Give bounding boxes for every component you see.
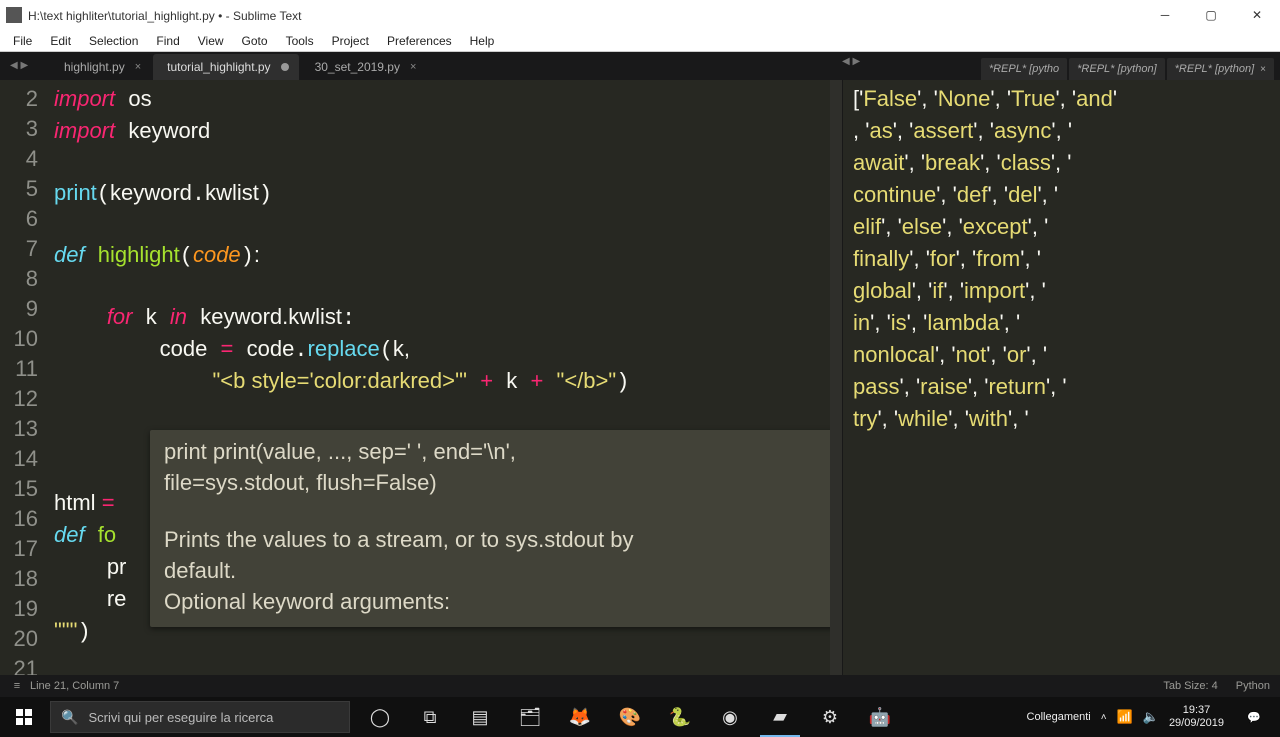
taskbar-icons: ◯ ⧉ ▤ 🗂 🦊 🎨 🐍 ◉ ▰ ⚙ 🤖 bbox=[360, 697, 900, 737]
window-title: H:\text highliter\tutorial_highlight.py … bbox=[28, 8, 1142, 23]
tab-repl-0[interactable]: *REPL* [pytho bbox=[981, 58, 1067, 80]
tab-30-set-2019-py[interactable]: 30_set_2019.py× bbox=[301, 54, 427, 80]
repl-output: ['False', 'None', 'True', 'and' , 'as', … bbox=[853, 86, 1117, 431]
clock[interactable]: 19:37 29/09/2019 bbox=[1169, 704, 1224, 730]
app-icon bbox=[6, 7, 22, 23]
python-icon[interactable]: 🐍 bbox=[660, 697, 700, 737]
menu-preferences[interactable]: Preferences bbox=[378, 32, 461, 50]
tray-links[interactable]: Collegamenti bbox=[1027, 711, 1091, 723]
taskbar-search[interactable]: 🔍 Scrivi qui per eseguire la ricerca bbox=[50, 701, 350, 733]
close-button[interactable]: ✕ bbox=[1234, 0, 1280, 30]
gutter: 23456789101112131415161718192021 bbox=[0, 80, 48, 675]
tab-repl-1[interactable]: *REPL* [python] bbox=[1069, 58, 1165, 80]
window-titlebar: H:\text highliter\tutorial_highlight.py … bbox=[0, 0, 1280, 30]
volume-icon[interactable]: 🔈 bbox=[1143, 709, 1159, 725]
tab-nav-arrows[interactable]: ◀ ▶ bbox=[10, 52, 28, 80]
windows-taskbar: 🔍 Scrivi qui per eseguire la ricerca ◯ ⧉… bbox=[0, 697, 1280, 737]
menubar: File Edit Selection Find View Goto Tools… bbox=[0, 30, 1280, 52]
statusbar: ≡ Line 21, Column 7 Tab Size: 4 Python bbox=[0, 675, 1280, 697]
notifications-icon[interactable]: 💬 bbox=[1234, 697, 1274, 737]
tab-highlight-py[interactable]: highlight.py× bbox=[50, 54, 151, 80]
start-button[interactable] bbox=[0, 697, 48, 737]
menu-help[interactable]: Help bbox=[461, 32, 504, 50]
firefox-icon[interactable]: 🦊 bbox=[560, 697, 600, 737]
maximize-button[interactable]: ▢ bbox=[1188, 0, 1234, 30]
menu-find[interactable]: Find bbox=[147, 32, 188, 50]
close-icon[interactable]: × bbox=[410, 61, 416, 73]
sublime-icon[interactable]: ▰ bbox=[760, 697, 800, 737]
tooltip-signature: print print(value, ..., sep=' ', end='\n… bbox=[164, 436, 830, 498]
explorer-icon[interactable]: 🗂 bbox=[510, 697, 550, 737]
taskbar-search-placeholder: Scrivi qui per eseguire la ricerca bbox=[88, 710, 273, 725]
tab-nav-arrows-right[interactable]: ◀ ▶ bbox=[842, 56, 860, 67]
search-icon: 🔍 bbox=[61, 709, 78, 726]
minimap[interactable] bbox=[830, 80, 842, 675]
menu-selection[interactable]: Selection bbox=[80, 32, 147, 50]
repl-output-pane[interactable]: ['False', 'None', 'True', 'and' , 'as', … bbox=[842, 80, 1280, 675]
settings-icon[interactable]: ⚙ bbox=[810, 697, 850, 737]
unsaved-dot-icon bbox=[281, 63, 289, 71]
chrome-icon[interactable]: ◉ bbox=[710, 697, 750, 737]
menu-goto[interactable]: Goto bbox=[233, 32, 277, 50]
tab-repl-2[interactable]: *REPL* [python]× bbox=[1167, 58, 1274, 80]
close-icon[interactable]: × bbox=[1260, 64, 1266, 75]
taskview-icon[interactable]: ⧉ bbox=[410, 697, 450, 737]
menu-edit[interactable]: Edit bbox=[41, 32, 80, 50]
menu-icon[interactable]: ≡ bbox=[10, 680, 24, 692]
close-icon[interactable]: × bbox=[135, 61, 141, 73]
system-tray: Collegamenti ˄ 📶 🔈 19:37 29/09/2019 💬 bbox=[1027, 697, 1274, 737]
app-icon[interactable]: 🤖 bbox=[860, 697, 900, 737]
terminal-icon[interactable]: ▤ bbox=[460, 697, 500, 737]
menu-tools[interactable]: Tools bbox=[277, 32, 323, 50]
tray-overflow-icon[interactable]: ˄ bbox=[1101, 712, 1107, 723]
cortana-icon[interactable]: ◯ bbox=[360, 697, 400, 737]
signature-tooltip: print print(value, ..., sep=' ', end='\n… bbox=[150, 430, 830, 627]
wifi-icon[interactable]: 📶 bbox=[1117, 709, 1133, 725]
menu-view[interactable]: View bbox=[189, 32, 233, 50]
minimize-button[interactable]: ─ bbox=[1142, 0, 1188, 30]
paint-icon[interactable]: 🎨 bbox=[610, 697, 650, 737]
menu-project[interactable]: Project bbox=[323, 32, 378, 50]
menu-file[interactable]: File bbox=[4, 32, 41, 50]
repl-tabstrip: *REPL* [pytho *REPL* [python] *REPL* [py… bbox=[979, 52, 1274, 80]
tooltip-description: Prints the values to a stream, or to sys… bbox=[164, 524, 830, 617]
status-language[interactable]: Python bbox=[1236, 680, 1270, 692]
status-tabsize[interactable]: Tab Size: 4 bbox=[1163, 680, 1217, 692]
status-position: Line 21, Column 7 bbox=[30, 680, 119, 692]
editor-pane[interactable]: 23456789101112131415161718192021 import … bbox=[0, 80, 830, 675]
tab-tutorial-highlight-py[interactable]: tutorial_highlight.py bbox=[153, 54, 298, 80]
